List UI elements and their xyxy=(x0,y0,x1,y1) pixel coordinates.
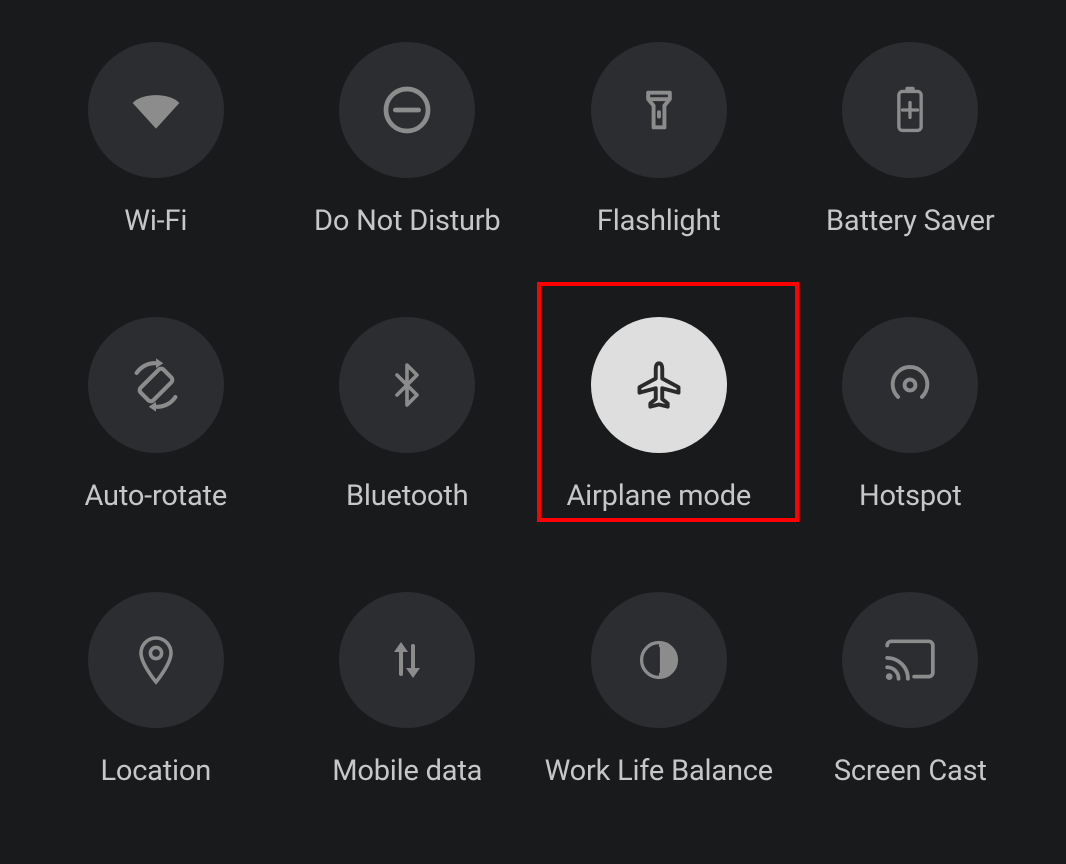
mobile-data-icon xyxy=(383,636,431,684)
tile-auto-rotate-button[interactable] xyxy=(82,311,230,459)
tile-flashlight[interactable]: Flashlight xyxy=(533,10,785,285)
tile-airplane-mode-label: Airplane mode xyxy=(566,479,751,513)
work-life-balance-icon xyxy=(637,638,681,682)
tile-battery-saver-label: Battery Saver xyxy=(826,204,994,238)
screen-cast-icon xyxy=(883,637,937,683)
tile-screen-cast[interactable]: Screen Cast xyxy=(785,559,1037,834)
tile-screen-cast-button[interactable] xyxy=(836,586,984,734)
tile-location-label: Location xyxy=(100,754,211,788)
tile-auto-rotate-label: Auto-rotate xyxy=(84,479,227,513)
wifi-icon xyxy=(128,82,184,138)
flashlight-icon xyxy=(633,84,685,136)
tile-wifi-button[interactable] xyxy=(82,36,230,184)
quick-settings-grid: Wi-Fi Do Not Disturb xyxy=(0,0,1066,864)
tile-dnd[interactable]: Do Not Disturb xyxy=(282,10,534,285)
tile-hotspot[interactable]: Hotspot xyxy=(785,285,1037,560)
battery-saver-icon xyxy=(887,84,933,136)
location-icon xyxy=(132,634,180,686)
tile-flashlight-label: Flashlight xyxy=(597,204,721,238)
tile-bluetooth-label: Bluetooth xyxy=(346,479,468,513)
tile-dnd-label: Do Not Disturb xyxy=(314,204,501,238)
tile-work-life-balance-label: Work Life Balance xyxy=(545,754,773,788)
tile-hotspot-label: Hotspot xyxy=(859,479,962,513)
tile-battery-saver[interactable]: Battery Saver xyxy=(785,10,1037,285)
tile-flashlight-button[interactable] xyxy=(585,36,733,184)
tile-dnd-button[interactable] xyxy=(333,36,481,184)
tile-auto-rotate[interactable]: Auto-rotate xyxy=(30,285,282,560)
tile-work-life-balance[interactable]: Work Life Balance xyxy=(533,559,785,834)
tile-battery-saver-button[interactable] xyxy=(836,36,984,184)
bluetooth-icon xyxy=(383,361,431,409)
tile-mobile-data-button[interactable] xyxy=(333,586,481,734)
tile-location-button[interactable] xyxy=(82,586,230,734)
airplane-icon xyxy=(633,359,685,411)
tile-work-life-balance-button[interactable] xyxy=(585,586,733,734)
tile-hotspot-button[interactable] xyxy=(836,311,984,459)
tile-location[interactable]: Location xyxy=(30,559,282,834)
hotspot-icon xyxy=(884,359,936,411)
auto-rotate-icon xyxy=(127,356,185,414)
tile-mobile-data[interactable]: Mobile data xyxy=(282,559,534,834)
tile-airplane-mode-button[interactable] xyxy=(585,311,733,459)
tile-wifi[interactable]: Wi-Fi xyxy=(30,10,282,285)
do-not-disturb-icon xyxy=(379,82,435,138)
tile-airplane-mode[interactable]: Airplane mode xyxy=(533,285,785,560)
tile-mobile-data-label: Mobile data xyxy=(332,754,482,788)
tile-bluetooth-button[interactable] xyxy=(333,311,481,459)
tile-screen-cast-label: Screen Cast xyxy=(834,754,987,788)
tile-wifi-label: Wi-Fi xyxy=(124,204,187,238)
tile-bluetooth[interactable]: Bluetooth xyxy=(282,285,534,560)
